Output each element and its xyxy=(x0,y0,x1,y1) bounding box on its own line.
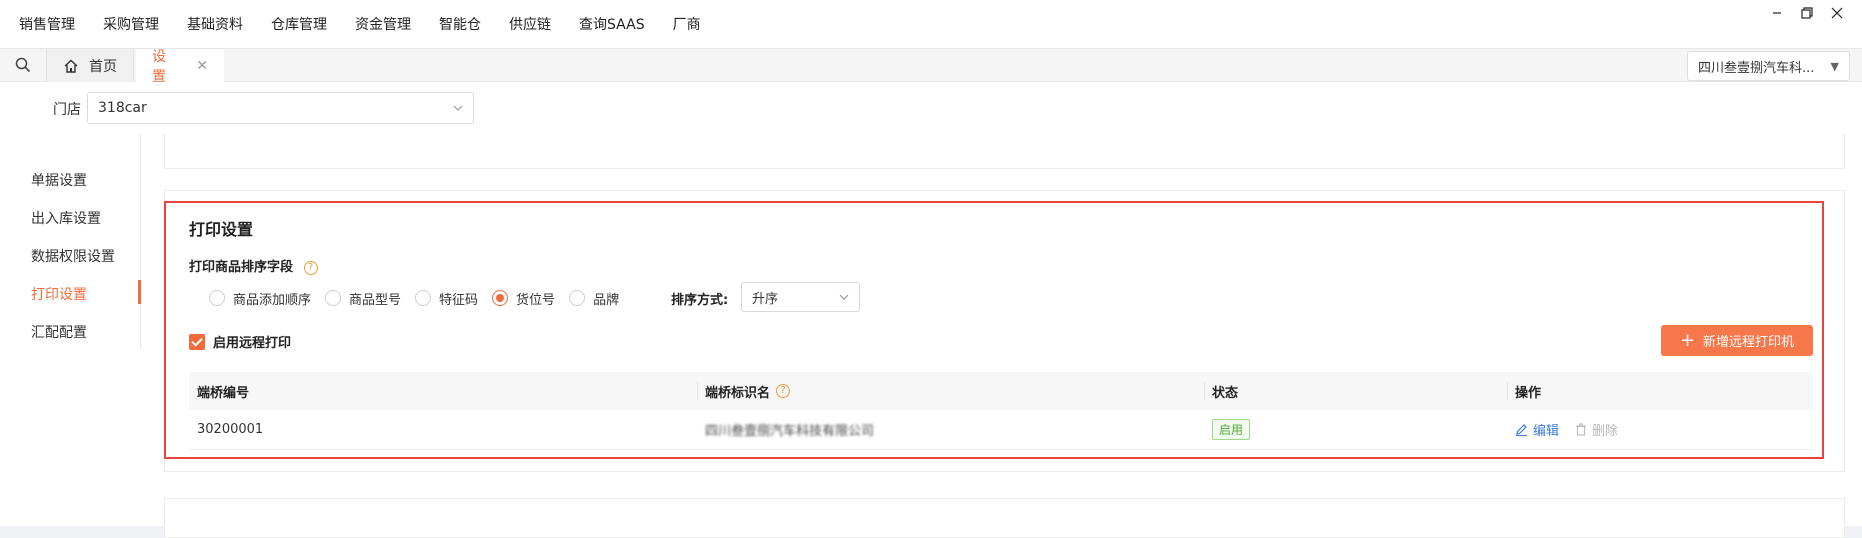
edit-label: 编辑 xyxy=(1533,424,1560,439)
table-row: 30200001 四川叁壹捌汽车科技有限公司 启用 编辑 删除 xyxy=(189,410,1813,450)
radio-feature-code[interactable]: 特征码 xyxy=(415,289,478,308)
radio-dot xyxy=(492,290,509,306)
menu-manufacturer[interactable]: 厂商 xyxy=(659,14,715,34)
caret-down-icon: ▼ xyxy=(1830,59,1839,73)
add-remote-printer-button[interactable]: + 新增远程打印机 xyxy=(1661,325,1813,356)
minimize-icon[interactable] xyxy=(1762,2,1792,24)
column-divider xyxy=(697,382,698,400)
store-filter-bar: 门店 318car xyxy=(0,82,1862,134)
home-icon xyxy=(64,59,78,73)
menu-query-saas[interactable]: 查询SAAS xyxy=(565,14,659,34)
remote-print-checkbox[interactable] xyxy=(189,333,205,350)
close-icon[interactable]: ✕ xyxy=(196,58,208,74)
plus-icon: + xyxy=(1679,329,1696,351)
company-select[interactable]: 四川叁壹捌汽车科... ▼ xyxy=(1687,51,1850,81)
radio-label: 品牌 xyxy=(593,292,620,308)
sidebar-divider xyxy=(140,134,141,349)
sidebar-item-print[interactable]: 打印设置 xyxy=(31,284,87,304)
edit-icon xyxy=(1516,424,1527,436)
header-bridge-id: 端桥编号 xyxy=(197,385,250,401)
radio-model[interactable]: 商品型号 xyxy=(325,289,401,308)
status-badge: 启用 xyxy=(1212,419,1251,440)
edit-button[interactable]: 编辑 xyxy=(1515,420,1559,439)
remote-print-toggle[interactable]: 启用远程打印 xyxy=(189,332,291,351)
tab-settings[interactable]: 设置 ✕ xyxy=(136,49,224,85)
sort-method-value: 升序 xyxy=(752,291,779,307)
help-icon[interactable]: ? xyxy=(303,260,318,275)
sidebar-item-documents[interactable]: 单据设置 xyxy=(31,170,87,190)
search-icon[interactable] xyxy=(14,56,34,76)
chevron-down-icon xyxy=(453,105,463,111)
previous-section-card xyxy=(164,134,1845,169)
radio-label: 货位号 xyxy=(516,292,556,308)
radio-label: 特征码 xyxy=(439,292,479,308)
menu-warehouse[interactable]: 仓库管理 xyxy=(257,14,341,34)
top-menu-bar: 销售管理 采购管理 基础资料 仓库管理 资金管理 智能仓 供应链 查询SAAS … xyxy=(0,0,1862,48)
header-status: 状态 xyxy=(1212,385,1239,401)
store-select[interactable]: 318car xyxy=(87,92,474,124)
menu-basic-data[interactable]: 基础资料 xyxy=(173,14,257,34)
restore-icon[interactable] xyxy=(1792,2,1822,24)
cell-bridge-id: 30200001 xyxy=(197,422,264,437)
menu-supply-chain[interactable]: 供应链 xyxy=(495,14,565,34)
sort-method-label: 排序方式: xyxy=(671,293,729,308)
sidebar-item-sync-config[interactable]: 汇配配置 xyxy=(31,322,87,342)
radio-add-order[interactable]: 商品添加顺序 xyxy=(209,289,311,308)
cell-actions: 编辑 删除 xyxy=(1515,410,1618,449)
header-bridge-name-text: 端桥标识名 xyxy=(705,385,771,401)
store-label: 门店 xyxy=(53,102,81,118)
active-indicator xyxy=(138,280,141,304)
sort-method-select[interactable]: 升序 xyxy=(741,282,860,312)
radio-label: 商品添加顺序 xyxy=(233,292,312,308)
radio-label: 商品型号 xyxy=(349,292,402,308)
tab-home[interactable]: 首页 xyxy=(46,49,134,82)
trash-icon xyxy=(1576,423,1587,436)
company-name: 四川叁壹捌汽车科... xyxy=(1698,60,1815,76)
sidebar-item-stock-io[interactable]: 出入库设置 xyxy=(31,208,101,228)
menu-purchase[interactable]: 采购管理 xyxy=(89,14,173,34)
tab-bar: 首页 设置 ✕ 四川叁壹捌汽车科... ▼ xyxy=(0,48,1862,85)
tab-settings-label: 设置 xyxy=(152,48,166,85)
radio-dot xyxy=(209,290,225,306)
menu-sales[interactable]: 销售管理 xyxy=(0,14,89,34)
store-value: 318car xyxy=(98,100,147,116)
delete-button[interactable]: 删除 xyxy=(1575,420,1618,439)
radio-brand[interactable]: 品牌 xyxy=(569,289,619,308)
header-bridge-name: 端桥标识名? xyxy=(705,372,791,410)
radio-dot xyxy=(569,290,586,306)
settings-sidebar: 单据设置 出入库设置 数据权限设置 打印设置 汇配配置 xyxy=(0,134,160,526)
radio-dot xyxy=(415,290,432,306)
next-section-card xyxy=(164,498,1845,538)
add-remote-printer-label: 新增远程打印机 xyxy=(1703,335,1795,350)
window-controls xyxy=(1762,2,1852,24)
printer-table-header: 端桥编号 端桥标识名? 状态 操作 xyxy=(189,372,1813,410)
radio-dot xyxy=(325,290,342,306)
sort-field-label: 打印商品排序字段 ? xyxy=(189,256,318,275)
sidebar-item-data-permission[interactable]: 数据权限设置 xyxy=(31,246,115,266)
help-icon[interactable]: ? xyxy=(776,384,791,398)
chevron-down-icon xyxy=(839,294,849,300)
radio-location-no[interactable]: 货位号 xyxy=(492,289,555,308)
column-divider xyxy=(1204,382,1205,400)
header-actions: 操作 xyxy=(1515,385,1542,401)
cell-bridge-name: 四川叁壹捌汽车科技有限公司 xyxy=(705,424,875,439)
menu-smart-warehouse[interactable]: 智能仓 xyxy=(425,14,495,34)
tab-home-label: 首页 xyxy=(89,58,117,75)
remote-print-label: 启用远程打印 xyxy=(213,336,292,351)
menu-finance[interactable]: 资金管理 xyxy=(341,14,425,34)
sort-field-label-text: 打印商品排序字段 xyxy=(189,260,294,275)
close-window-icon[interactable] xyxy=(1822,2,1852,24)
main-menu: 销售管理 采购管理 基础资料 仓库管理 资金管理 智能仓 供应链 查询SAAS … xyxy=(0,0,715,48)
cell-status: 启用 xyxy=(1212,410,1251,449)
column-divider xyxy=(1507,382,1508,400)
delete-label: 删除 xyxy=(1592,424,1619,439)
sort-field-radio-group: 商品添加顺序 商品型号 特征码 货位号 品牌 xyxy=(209,286,633,310)
section-title: 打印设置 xyxy=(189,220,254,239)
